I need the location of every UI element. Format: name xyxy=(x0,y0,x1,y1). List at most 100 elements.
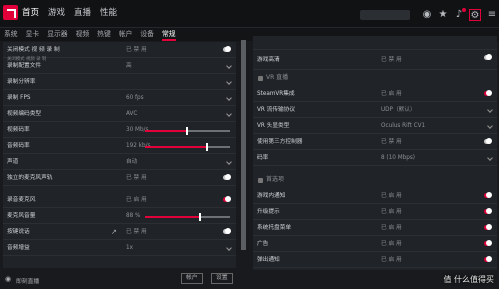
nav-streaming[interactable]: 直播 xyxy=(74,6,91,18)
search-input[interactable] xyxy=(360,10,410,20)
slider[interactable] xyxy=(145,213,230,221)
setting-label: VR 流传输协议 xyxy=(257,107,296,113)
chevron-down-icon[interactable] xyxy=(487,155,493,161)
setting-row[interactable]: 音频增益 1x xyxy=(3,240,236,256)
tab-system[interactable]: 系统 xyxy=(4,28,18,41)
setting-value: 已 启 用 xyxy=(126,197,147,203)
section-header-partial xyxy=(253,36,497,50)
chevron-down-icon[interactable] xyxy=(487,123,493,129)
record-icon[interactable]: ◉ xyxy=(5,275,11,283)
slider[interactable] xyxy=(145,127,230,135)
setting-label: 音频增益 xyxy=(7,245,30,251)
setting-value: 1x xyxy=(126,245,133,251)
preferences-section-title: 首选项 xyxy=(253,172,497,188)
setting-row[interactable]: 麦克风音量 88 % xyxy=(3,208,236,224)
chevron-down-icon[interactable] xyxy=(226,111,232,117)
slider[interactable] xyxy=(145,143,230,151)
setting-label: VR 头显类型 xyxy=(257,123,290,129)
setting-value: 已 禁 用 xyxy=(381,57,402,63)
toggle-switch[interactable] xyxy=(484,138,492,144)
toggle-switch[interactable] xyxy=(484,90,492,96)
tab-hotkeys[interactable]: 热键 xyxy=(97,28,111,41)
setting-row[interactable]: 音频码率 192 kb/s xyxy=(3,138,236,154)
setting-row[interactable]: 视频码率 30 Mb/s xyxy=(3,122,236,138)
setting-label: 麦克风音量 xyxy=(7,213,36,219)
setting-row[interactable]: 录音麦克风 已 启 用 xyxy=(3,192,236,208)
menu-icon[interactable]: ≡ xyxy=(486,9,498,21)
setting-row[interactable]: 按键说话 已 禁 用 ↗ xyxy=(3,224,236,240)
setting-row[interactable]: 录制 FPS 60 fps xyxy=(3,90,236,106)
setting-row[interactable]: 关闭模式 视 频 录 制关闭模式 视频 录 制已 禁 用 xyxy=(3,42,236,62)
setting-label: 录制 FPS xyxy=(7,95,31,101)
setting-row[interactable]: 码率 8 (10 Mbps) xyxy=(253,150,497,166)
settings-button[interactable]: 设置 xyxy=(211,273,233,284)
scrollbar[interactable] xyxy=(241,40,246,250)
chevron-down-icon[interactable] xyxy=(226,159,232,165)
toggle-switch[interactable] xyxy=(484,256,492,262)
amd-logo-icon xyxy=(3,5,18,20)
setting-value: 已 启 用 xyxy=(381,209,402,215)
toggle-switch[interactable] xyxy=(484,240,492,246)
globe-icon[interactable]: ◉ xyxy=(421,9,433,21)
nav-performance[interactable]: 性能 xyxy=(100,6,117,18)
setting-label: 使用第三方控制器 xyxy=(257,139,303,145)
footer-label: 即刻直播 xyxy=(16,279,40,285)
toggle-switch[interactable] xyxy=(484,192,492,198)
toggle-switch[interactable] xyxy=(223,228,231,234)
nav-games[interactable]: 游戏 xyxy=(48,6,65,18)
bell-icon[interactable]: ♪ xyxy=(453,8,466,21)
setting-row[interactable]: 广告 已 启 用 xyxy=(253,236,497,252)
setting-value: 已 启 用 xyxy=(381,241,402,247)
chevron-down-icon[interactable] xyxy=(226,63,232,69)
setting-row[interactable]: 录制配置文件 高 xyxy=(3,58,236,74)
tab-video[interactable]: 视频 xyxy=(76,28,90,41)
setting-label: 录制分辨率 xyxy=(7,79,36,85)
nav-home[interactable]: 首页 xyxy=(22,6,39,18)
tab-devices[interactable]: 设备 xyxy=(140,28,154,41)
tab-account[interactable]: 帐户 xyxy=(119,28,133,41)
setting-value: 自动 xyxy=(126,159,138,165)
recording-settings-panel: 关闭模式 视 频 录 制关闭模式 视频 录 制已 禁 用 录制配置文件 高 录制分… xyxy=(3,42,236,268)
tab-display[interactable]: 显示器 xyxy=(47,28,67,41)
setting-row[interactable]: VR 头显类型 Oculus Rift CV1 xyxy=(253,118,497,134)
account-button[interactable]: 帐户 xyxy=(181,273,203,284)
chevron-down-icon[interactable] xyxy=(487,107,493,113)
setting-value: 已 禁 用 xyxy=(126,229,147,235)
gear-icon[interactable]: ⚙ xyxy=(469,9,481,21)
main-nav: 首页 游戏 直播 性能 xyxy=(22,6,117,18)
toggle-switch[interactable] xyxy=(223,46,231,52)
setting-row[interactable]: VR 流传输协议 UDP（默认） xyxy=(253,102,497,118)
setting-row[interactable]: 独立的麦克风声轨 已 禁 用 xyxy=(3,170,236,186)
setting-row[interactable]: 升级提示 已 启 用 xyxy=(253,204,497,220)
setting-label: 系统托盘菜单 xyxy=(257,225,292,231)
setting-value: 已 启 用 xyxy=(381,91,402,97)
setting-value: 高 xyxy=(126,63,132,69)
setting-row[interactable]: 游戏内通知 已 启 用 xyxy=(253,188,497,204)
setting-label: 录制配置文件 xyxy=(7,63,42,69)
setting-row[interactable]: 声道 自动 xyxy=(3,154,236,170)
setting-row[interactable]: 游戏高清 已 禁 用 xyxy=(253,50,497,70)
setting-value: AVC xyxy=(126,111,138,117)
star-icon[interactable]: ★ xyxy=(437,9,449,21)
setting-row[interactable]: 弹出通知 已 启 用 xyxy=(253,252,497,268)
tab-general[interactable]: 常规 xyxy=(161,28,176,41)
chevron-down-icon[interactable] xyxy=(226,245,232,251)
setting-label: 录音麦克风 xyxy=(7,197,36,203)
toggle-switch[interactable] xyxy=(484,224,492,230)
setting-row[interactable]: SteamVR集成 已 启 用 xyxy=(253,86,497,102)
setting-row[interactable]: 录制分辨率 xyxy=(3,74,236,90)
setting-row[interactable]: 视频编码类型 AVC xyxy=(3,106,236,122)
footer-bar: ◉ 即刻直播 帐户 设置 xyxy=(0,270,499,289)
toggle-switch[interactable] xyxy=(223,196,231,202)
link-icon[interactable]: ↗ xyxy=(111,224,117,240)
toggle-switch[interactable] xyxy=(223,174,231,180)
chevron-down-icon[interactable] xyxy=(226,79,232,85)
tab-graphics[interactable]: 显卡 xyxy=(26,28,40,41)
toggle-switch[interactable] xyxy=(484,54,492,60)
chevron-down-icon[interactable] xyxy=(226,95,232,101)
setting-value: 60 fps xyxy=(126,95,144,101)
setting-label: 视频编码类型 xyxy=(7,111,42,117)
setting-row[interactable]: 使用第三方控制器 已 禁 用 xyxy=(253,134,497,150)
setting-row[interactable]: 系统托盘菜单 已 启 用 xyxy=(253,220,497,236)
toggle-switch[interactable] xyxy=(484,208,492,214)
